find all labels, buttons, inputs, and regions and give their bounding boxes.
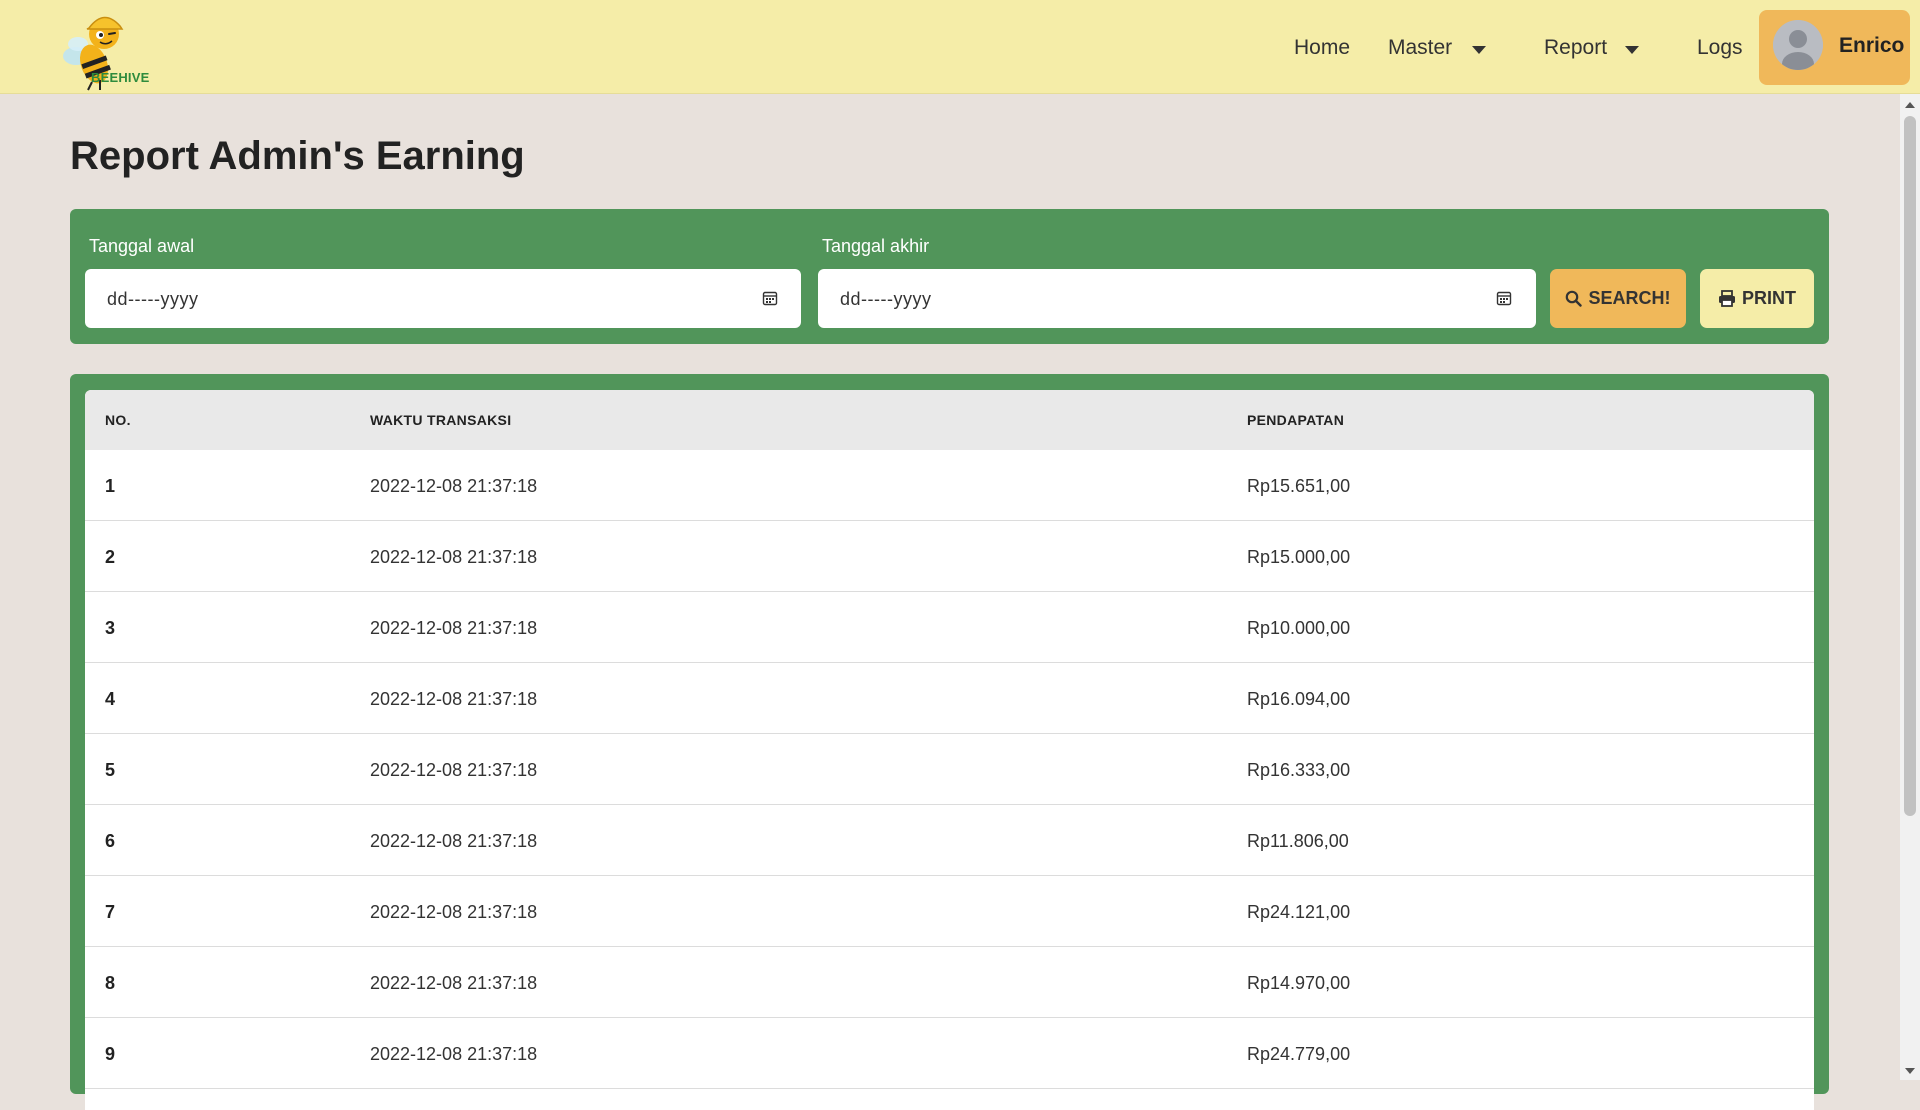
earning-amount: Rp11.806,00 — [1247, 831, 1349, 851]
earning-amount: Rp16.094,00 — [1247, 689, 1351, 709]
column-header-earning: PENDAPATAN — [1247, 412, 1345, 428]
table-row: 9 2022-12-08 21:37:18 Rp24.779,00 — [85, 1018, 1814, 1089]
table-row: 2 2022-12-08 21:37:18 Rp15.000,00 — [85, 521, 1814, 592]
calendar-icon[interactable] — [762, 290, 778, 306]
top-navbar: BEEHIVE Home Master Report Logs Enrico — [0, 0, 1920, 94]
row-number: 1 — [105, 476, 116, 496]
column-header-transaction-time: WAKTU TRANSAKSI — [370, 412, 512, 428]
search-icon — [1566, 290, 1583, 307]
scroll-up-arrow-icon[interactable] — [1905, 102, 1915, 108]
scroll-down-arrow-icon[interactable] — [1905, 1068, 1915, 1074]
earning-amount: Rp14.970,00 — [1247, 973, 1351, 993]
start-date-label: Tanggal awal — [89, 236, 195, 256]
nav-report-link[interactable]: Report — [1544, 36, 1607, 60]
transaction-time: 2022-12-08 21:37:18 — [370, 760, 538, 780]
row-number: 5 — [105, 760, 116, 780]
user-avatar-icon — [1773, 20, 1823, 70]
table-row: 8 2022-12-08 21:37:18 Rp14.970,00 — [85, 947, 1814, 1018]
user-menu-button[interactable]: Enrico — [1759, 10, 1910, 85]
table-row: 1 2022-12-08 21:37:18 Rp15.651,00 — [85, 450, 1814, 521]
table-row: 7 2022-12-08 21:37:18 Rp24.121,00 — [85, 876, 1814, 947]
end-date-input[interactable]: dd-----yyyy — [818, 269, 1536, 328]
scrollbar-thumb[interactable] — [1904, 116, 1916, 816]
calendar-icon[interactable] — [1496, 290, 1512, 306]
search-button[interactable]: SEARCH! — [1550, 269, 1686, 328]
row-number: 2 — [105, 547, 116, 567]
logo-text: BEEHIVE — [91, 70, 150, 85]
nav-logs-link[interactable]: Logs — [1697, 36, 1743, 60]
report-chevron-down-icon[interactable] — [1625, 46, 1639, 54]
table-row: 4 2022-12-08 21:37:18 Rp16.094,00 — [85, 663, 1814, 734]
table-row: 3 2022-12-08 21:37:18 Rp10.000,00 — [85, 592, 1814, 663]
date-filter-card: Tanggal awal dd-----yyyy Tanggal akhir d… — [70, 209, 1829, 344]
earnings-table-card: NO. WAKTU TRANSAKSI PENDAPATAN 1 2022-12… — [70, 374, 1829, 1110]
transaction-time: 2022-12-08 21:37:18 — [370, 689, 538, 709]
transaction-time: 2022-12-08 21:37:18 — [370, 831, 538, 851]
earning-amount: Rp16.333,00 — [1247, 760, 1351, 780]
page-scrollbar[interactable] — [1900, 94, 1920, 1080]
start-date-placeholder: dd-----yyyy — [107, 289, 199, 309]
table-row: 5 2022-12-08 21:37:18 Rp16.333,00 — [85, 734, 1814, 805]
row-number: 7 — [105, 902, 116, 922]
nav-master-link[interactable]: Master — [1388, 36, 1452, 60]
transaction-time: 2022-12-08 21:37:18 — [370, 618, 538, 638]
transaction-time: 2022-12-08 21:37:18 — [370, 902, 538, 922]
end-date-placeholder: dd-----yyyy — [840, 289, 932, 309]
table-row: 6 2022-12-08 21:37:18 Rp11.806,00 — [85, 805, 1814, 876]
transaction-time: 2022-12-08 21:37:18 — [370, 476, 538, 496]
row-number: 8 — [105, 973, 116, 993]
earning-amount: Rp24.779,00 — [1247, 1044, 1351, 1064]
user-name: Enrico — [1839, 34, 1905, 57]
end-date-label: Tanggal akhir — [822, 236, 930, 256]
print-button[interactable]: PRINT — [1700, 269, 1814, 328]
row-number: 3 — [105, 618, 116, 638]
avatar — [1773, 20, 1823, 70]
row-number: 6 — [105, 831, 116, 851]
printer-icon — [1719, 290, 1735, 307]
earning-amount: Rp15.000,00 — [1247, 547, 1351, 567]
row-number: 4 — [105, 689, 116, 709]
table-header-row: NO. WAKTU TRANSAKSI PENDAPATAN — [85, 390, 1814, 450]
transaction-time: 2022-12-08 21:37:18 — [370, 547, 538, 567]
earning-amount: Rp10.000,00 — [1247, 618, 1351, 638]
page-title: Report Admin's Earning — [70, 134, 525, 178]
transaction-time: 2022-12-08 21:37:18 — [370, 1044, 538, 1064]
transaction-time: 2022-12-08 21:37:18 — [370, 973, 538, 993]
search-button-label: SEARCH! — [1588, 288, 1671, 308]
earning-amount: Rp15.651,00 — [1247, 476, 1351, 496]
print-button-label: PRINT — [1742, 288, 1796, 308]
nav-home-link[interactable]: Home — [1294, 36, 1350, 60]
master-chevron-down-icon[interactable] — [1472, 46, 1486, 54]
earning-amount: Rp24.121,00 — [1247, 902, 1351, 922]
start-date-input[interactable]: dd-----yyyy — [85, 269, 801, 328]
row-number: 9 — [105, 1044, 116, 1064]
earnings-table: NO. WAKTU TRANSAKSI PENDAPATAN 1 2022-12… — [85, 390, 1814, 1110]
column-header-no: NO. — [105, 412, 131, 428]
